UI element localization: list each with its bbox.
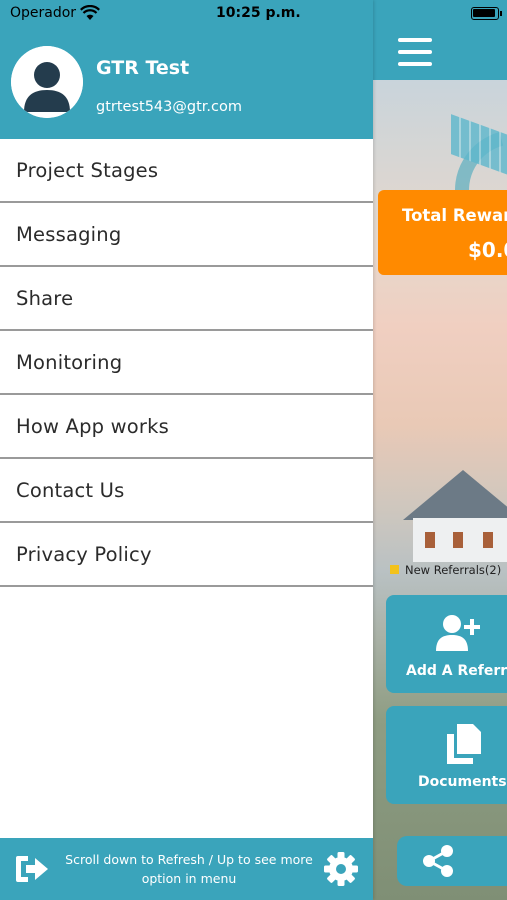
share-icon: [423, 845, 453, 877]
user-name: GTR Test: [96, 57, 190, 79]
add-referral-button[interactable]: Add A Referra: [386, 595, 507, 693]
documents-label: Documents: [418, 774, 507, 790]
carrier-label: Operador: [10, 5, 77, 21]
drawer-footer: Scroll down to Refresh / Up to see more …: [0, 838, 373, 900]
add-referral-label: Add A Referra: [406, 663, 507, 679]
legend-label: New Referrals(2): [405, 563, 502, 577]
status-bar: Operador 10:25 p.m.: [0, 0, 507, 28]
documents-button[interactable]: Documents: [386, 706, 507, 804]
wifi-icon: [80, 5, 100, 20]
total-rewards-card[interactable]: Total Rewar $0.0: [378, 190, 507, 275]
hamburger-menu-icon[interactable]: [398, 38, 432, 66]
menu-item-project-stages[interactable]: Project Stages: [0, 139, 373, 203]
battery-icon: [471, 7, 502, 20]
user-avatar-icon[interactable]: [11, 46, 83, 118]
rewards-title: Total Rewar: [402, 206, 507, 225]
drawer-menu: Project Stages Messaging Share Monitorin…: [0, 139, 373, 587]
menu-item-privacy-policy[interactable]: Privacy Policy: [0, 523, 373, 587]
menu-item-messaging[interactable]: Messaging: [0, 203, 373, 267]
menu-item-monitoring[interactable]: Monitoring: [0, 331, 373, 395]
share-button[interactable]: [397, 836, 507, 886]
menu-item-how-app-works[interactable]: How App works: [0, 395, 373, 459]
house-image: [403, 470, 507, 562]
menu-item-share[interactable]: Share: [0, 267, 373, 331]
clock-time: 10:25 p.m.: [216, 5, 301, 21]
menu-item-contact-us[interactable]: Contact Us: [0, 459, 373, 523]
logout-icon[interactable]: [14, 854, 50, 884]
gear-icon[interactable]: [323, 851, 359, 887]
chart-legend: New Referrals(2): [390, 563, 501, 577]
user-email: gtrtest543@gtr.com: [96, 99, 242, 115]
documents-icon: [447, 724, 481, 764]
footer-hint: Scroll down to Refresh / Up to see more …: [65, 852, 313, 886]
legend-swatch: [390, 565, 399, 574]
add-user-icon: [436, 615, 480, 651]
rewards-value: $0.0: [468, 238, 507, 262]
navigation-drawer: GTR Test gtrtest543@gtr.com Project Stag…: [0, 0, 373, 900]
